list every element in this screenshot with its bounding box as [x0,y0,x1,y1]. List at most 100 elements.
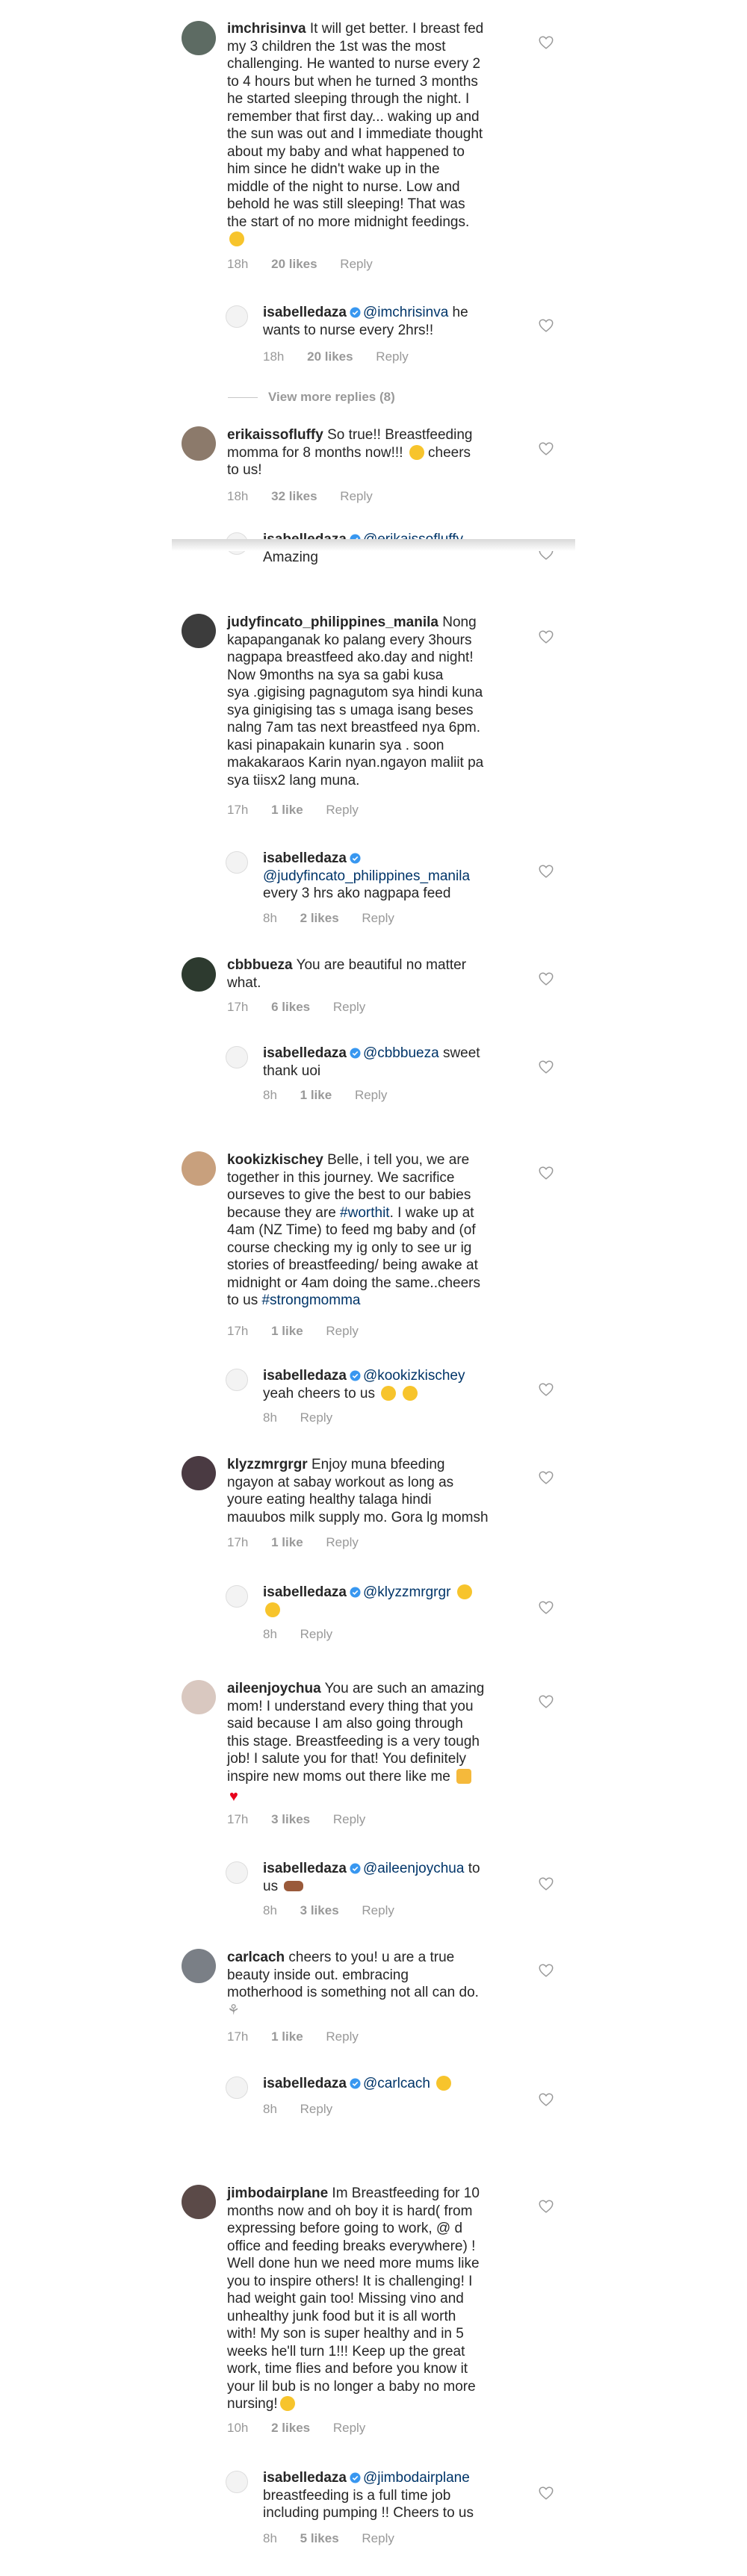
comment-username[interactable]: isabelledaza [263,305,347,320]
comment-username[interactable]: kookizkischey [227,1152,323,1168]
likes-count[interactable]: 6 likes [271,1000,310,1014]
comment-username[interactable]: klyzzmrgrgr [227,1457,308,1472]
comment-username[interactable]: aileenjoychua [227,1681,321,1696]
avatar[interactable] [182,614,216,648]
likes-count[interactable]: 1 like [271,1324,303,1338]
comment-username[interactable]: isabelledaza [263,2076,347,2091]
comment-time: 8h [263,911,277,925]
comment-username[interactable]: isabelledaza [263,850,347,866]
comment-username[interactable]: judyfincato_philippines_manila [227,615,438,630]
avatar[interactable] [226,1585,248,1608]
reply-button[interactable]: Reply [326,1535,358,1549]
comment-username[interactable]: isabelledaza [263,2470,347,2486]
likes-count[interactable]: 1 like [271,1535,303,1549]
comment-username[interactable]: jimbodairplane [227,2185,328,2201]
comment-username[interactable]: carlcach [227,1950,285,1965]
likes-count[interactable]: 1 like [271,803,303,817]
avatar[interactable] [226,2471,248,2493]
avatar[interactable] [182,1456,216,1490]
comment-username[interactable]: imchrisinva [227,21,306,37]
avatar[interactable] [226,305,248,328]
mention-link[interactable]: @judyfincato_philippines_manila [263,868,470,884]
likes-count[interactable]: 3 likes [271,1812,310,1826]
comment-time: 18h [227,489,249,503]
mention-link[interactable]: @imchrisinva [363,305,448,320]
like-heart-icon[interactable] [538,863,554,880]
reply-button[interactable]: Reply [333,1812,365,1826]
reply-button[interactable]: Reply [355,1088,387,1102]
like-heart-icon[interactable] [538,1876,554,1892]
reply-button[interactable]: Reply [300,2102,332,2116]
avatar[interactable] [182,1680,216,1714]
avatar[interactable] [226,1861,248,1884]
like-heart-icon[interactable] [538,1059,554,1075]
reply-button[interactable]: Reply [376,349,408,364]
likes-count[interactable]: 1 like [300,1088,332,1102]
like-heart-icon[interactable] [538,971,554,987]
like-heart-icon[interactable] [538,629,554,645]
comment-username[interactable]: isabelledaza [263,1045,347,1061]
like-heart-icon[interactable] [538,1165,554,1181]
mention-link[interactable]: @jimbodairplane [363,2470,470,2486]
comment-time: 17h [227,1324,249,1338]
comment-line: you to inspire others! It is challenging… [227,2273,473,2289]
likes-count[interactable]: 3 likes [300,1903,339,1917]
avatar[interactable] [182,21,216,55]
avatar[interactable] [182,2185,216,2219]
mention-link[interactable]: @cbbbueza [363,1045,439,1061]
mention-link[interactable]: @kookizkischey [363,1368,465,1384]
reply-button[interactable]: Reply [340,489,372,503]
comment-username[interactable]: cbbbueza [227,957,293,973]
like-heart-icon[interactable] [538,34,554,51]
avatar[interactable] [226,851,248,874]
like-heart-icon[interactable] [538,1381,554,1398]
like-heart-icon[interactable] [538,1599,554,1616]
like-heart-icon[interactable] [538,1469,554,1486]
like-heart-icon[interactable] [538,1693,554,1710]
likes-count[interactable]: 1 like [271,2029,303,2044]
sparkle-emoji-icon: ⚘ [227,2002,241,2018]
reply-button[interactable]: Reply [326,2029,358,2044]
like-heart-icon[interactable] [538,1962,554,1979]
reply-button[interactable]: Reply [333,2421,365,2435]
avatar[interactable] [226,1046,248,1068]
avatar[interactable] [182,1949,216,1983]
comment-username[interactable]: isabelledaza [263,1368,347,1384]
reply-button[interactable]: Reply [300,1410,332,1425]
avatar[interactable] [182,426,216,461]
likes-count[interactable]: 2 likes [271,2421,310,2435]
avatar[interactable] [182,1151,216,1186]
reply-button[interactable]: Reply [326,803,358,817]
view-more-replies[interactable]: View more replies (8) [228,390,395,405]
likes-count[interactable]: 2 likes [300,911,339,925]
comment-username[interactable]: erikaissofluffy [227,427,323,443]
like-heart-icon[interactable] [538,2485,554,2501]
reply-button[interactable]: Reply [333,1000,365,1014]
reply-button[interactable]: Reply [362,1903,394,1917]
reply-button[interactable]: Reply [362,2531,394,2545]
mention-link[interactable]: @carlcach [363,2076,430,2091]
comment-username[interactable]: isabelledaza [263,1584,347,1600]
reply-button[interactable]: Reply [340,257,372,271]
like-heart-icon[interactable] [538,441,554,457]
hashtag-link[interactable]: #strongmomma [261,1292,360,1308]
likes-count[interactable]: 20 likes [271,257,317,271]
like-heart-icon[interactable] [538,2198,554,2215]
avatar[interactable] [226,1369,248,1391]
reply-button[interactable]: Reply [300,1627,332,1641]
hashtag-link[interactable]: #worthit [340,1205,390,1221]
likes-count[interactable]: 5 likes [300,2531,339,2545]
comment-username[interactable]: isabelledaza [263,1861,347,1876]
mention-link[interactable]: @aileenjoychua [363,1861,465,1876]
comment-text: klyzzmrgrgr Enjoy muna bfeeding ngayon a… [227,1456,541,1526]
likes-count[interactable]: 32 likes [271,489,317,503]
like-heart-icon[interactable] [538,317,554,334]
reply-button[interactable]: Reply [362,911,394,925]
reply-button[interactable]: Reply [326,1324,358,1338]
comment-line: kapapanganak ko palang every 3hours [227,632,472,648]
avatar[interactable] [226,2076,248,2099]
likes-count[interactable]: 20 likes [307,349,353,364]
like-heart-icon[interactable] [538,2091,554,2108]
mention-link[interactable]: @klyzzmrgrgr [363,1584,450,1600]
avatar[interactable] [182,957,216,992]
